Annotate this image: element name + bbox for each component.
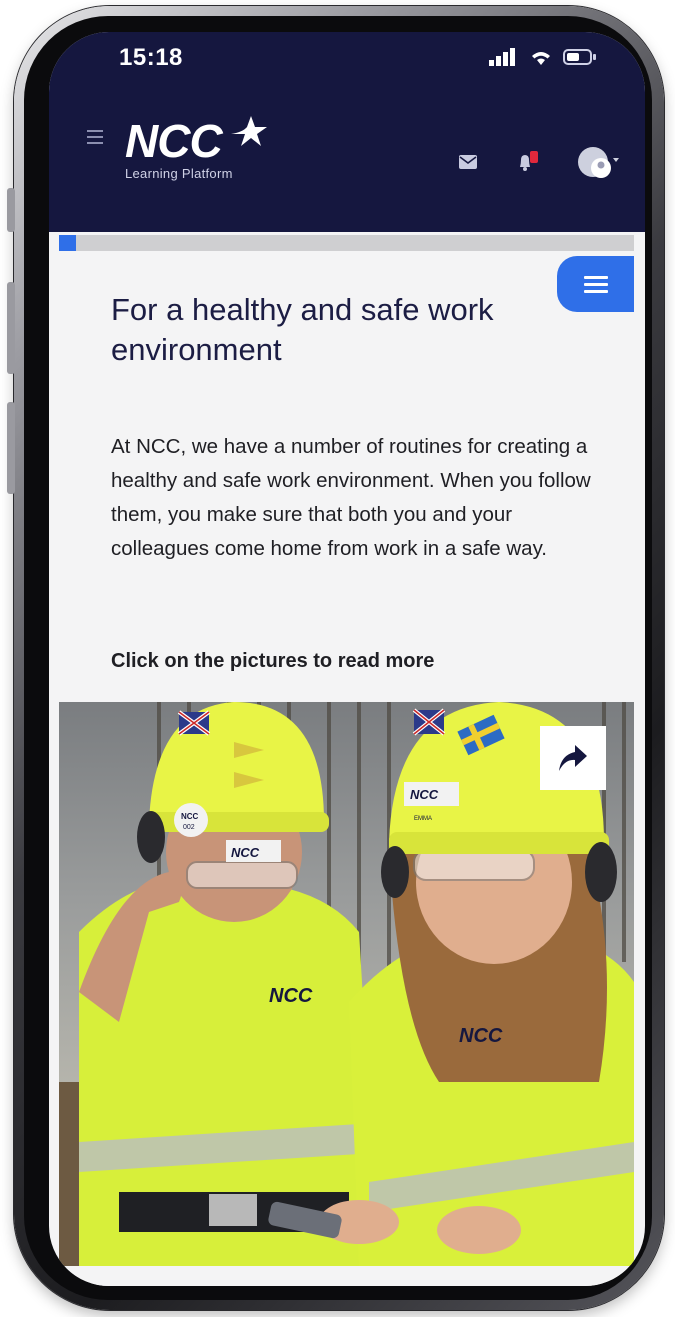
svg-text:NCC: NCC	[269, 985, 313, 1007]
mute-switch	[7, 188, 15, 232]
svg-text:NCC: NCC	[231, 845, 260, 860]
svg-text:EMMA: EMMA	[414, 816, 432, 822]
progress-bar	[59, 235, 634, 251]
intro-paragraph: At NCC, we have a number of routines for…	[111, 435, 591, 560]
svg-text:NCC: NCC	[181, 812, 199, 821]
mail-icon[interactable]	[459, 155, 477, 169]
logo-wordmark: NCC	[125, 115, 223, 167]
instruction-text: Click on the pictures to read more	[111, 650, 435, 672]
star-icon	[231, 116, 267, 146]
battery-icon	[563, 49, 596, 65]
wifi-icon	[532, 52, 550, 65]
volume-up-button	[7, 282, 15, 374]
volume-down-button	[7, 402, 15, 494]
hamburger-icon[interactable]	[87, 130, 103, 148]
bottom-edge	[59, 1266, 634, 1286]
status-time: 15:18	[119, 44, 183, 71]
svg-text:002: 002	[183, 824, 195, 831]
svg-text:NCC: NCC	[459, 1025, 503, 1047]
page-menu-button[interactable]	[557, 256, 634, 312]
header-actions	[459, 144, 621, 180]
signal-icon	[489, 48, 515, 66]
share-arrow-icon	[559, 745, 587, 771]
avatar[interactable]	[577, 144, 621, 180]
page-title: For a healthy and safe work environment	[111, 292, 494, 367]
share-button[interactable]	[540, 726, 606, 790]
svg-text:NCC: NCC	[410, 787, 439, 802]
phone-screen: 15:18 NCC Learning Platform For a health…	[49, 32, 645, 1286]
app-header: 15:18 NCC Learning Platform	[49, 32, 645, 232]
logo-subtitle: Learning Platform	[125, 166, 233, 181]
bell-icon[interactable]	[515, 151, 539, 173]
progress-fill	[59, 235, 77, 251]
ncc-logo[interactable]: NCC Learning Platform	[125, 115, 267, 181]
status-icons	[489, 48, 597, 66]
hamburger-icon	[583, 272, 608, 297]
